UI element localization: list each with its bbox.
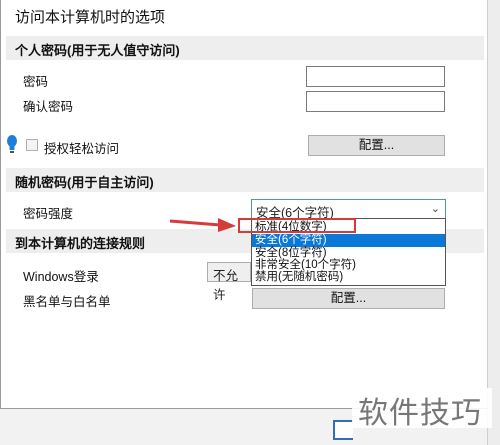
section-heading: 到本计算机的连接规则 xyxy=(15,236,146,251)
blacklist-configure-button[interactable]: 配置... xyxy=(252,288,445,309)
window-left-border xyxy=(0,0,1,445)
confirm-password-field[interactable] xyxy=(306,91,445,112)
windows-login-label: Windows登录 xyxy=(23,270,99,284)
section-personal-password: 个人密码(用于无人值守访问) xyxy=(6,36,484,60)
password-strength-select[interactable]: 安全(6个字符) ⌄ xyxy=(251,199,446,220)
ok-button-partial[interactable] xyxy=(333,420,353,440)
password-field[interactable] xyxy=(306,66,445,87)
window-scrollbar[interactable] xyxy=(487,0,500,445)
section-heading: 个人密码(用于无人值守访问) xyxy=(15,43,180,58)
chevron-down-icon[interactable]: ⌄ xyxy=(431,202,440,215)
section-random-password: 随机密码(用于自主访问) xyxy=(6,168,484,192)
section-heading: 随机密码(用于自主访问) xyxy=(15,175,154,190)
easy-access-checkbox[interactable] xyxy=(26,139,38,151)
windows-login-select[interactable]: 不允许 xyxy=(207,262,251,302)
red-arrow-icon xyxy=(169,218,236,232)
password-strength-label: 密码强度 xyxy=(23,207,74,221)
personal-configure-button[interactable]: 配置... xyxy=(308,135,445,156)
annotation-highlight-box xyxy=(238,218,356,233)
blacklist-whitelist-label: 黑名单与白名单 xyxy=(23,295,111,309)
dropdown-option[interactable]: 禁用(无随机密码) xyxy=(252,271,445,284)
easy-access-label: 授权轻松访问 xyxy=(44,142,120,156)
dialog-title: 访问本计算机时的选项 xyxy=(15,9,166,26)
lightbulb-icon xyxy=(7,135,17,153)
dropdown-option-selected[interactable]: 安全(6个字符) xyxy=(252,234,445,247)
password-label: 密码 xyxy=(23,75,49,89)
watermark-text: 软件技巧 xyxy=(358,396,482,431)
confirm-password-label: 确认密码 xyxy=(23,100,74,114)
watermark: 软件技巧 xyxy=(352,388,492,431)
windows-login-value: 不允许 xyxy=(213,269,239,302)
